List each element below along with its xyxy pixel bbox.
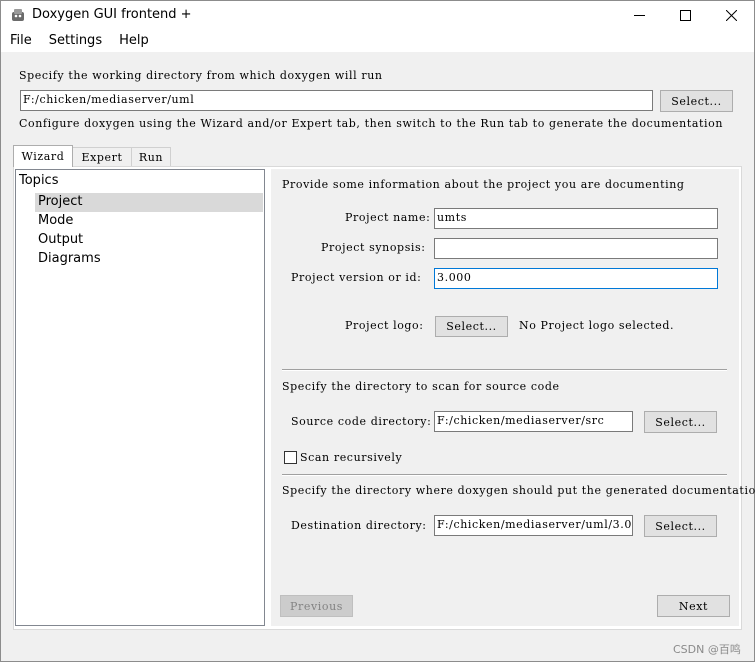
dest-dir-select-button[interactable]: Select... <box>644 515 717 537</box>
window-title: Doxygen GUI frontend + <box>32 7 192 22</box>
project-synopsis-input[interactable] <box>434 238 718 259</box>
title-bar: Doxygen GUI frontend + <box>1 1 754 30</box>
topic-project[interactable]: Project <box>35 193 263 212</box>
project-intro-text: Provide some information about the proje… <box>282 178 685 191</box>
scan-recursively-checkbox[interactable] <box>284 451 297 464</box>
project-name-label: Project name: <box>345 211 431 224</box>
menu-help[interactable]: Help <box>110 30 157 52</box>
minimize-icon <box>633 15 645 16</box>
project-version-input[interactable]: 3.000 <box>434 268 718 289</box>
menu-file[interactable]: File <box>1 30 40 52</box>
doxygen-app-icon <box>12 9 24 21</box>
menu-bar: File Settings Help <box>1 30 754 52</box>
source-dir-input[interactable]: F:/chicken/mediaserver/src <box>434 411 633 432</box>
instructions-text: Configure doxygen using the Wizard and/o… <box>19 117 724 130</box>
working-dir-input[interactable]: F:/chicken/mediaserver/uml <box>20 90 653 111</box>
doxygen-window: Doxygen GUI frontend + File Settings Hel… <box>0 0 755 662</box>
dest-dir-label: Destination directory: <box>291 519 427 532</box>
tab-wizard[interactable]: Wizard <box>13 145 73 167</box>
source-dir-select-button[interactable]: Select... <box>644 411 717 433</box>
project-logo-select-button[interactable]: Select... <box>435 316 508 337</box>
topics-tree: Topics Project Mode Output Diagrams <box>15 169 265 626</box>
project-logo-label: Project logo: <box>345 319 424 332</box>
topic-output[interactable]: Output <box>38 232 83 247</box>
watermark-text: CSDN @百鸣 <box>673 643 741 656</box>
project-synopsis-label: Project synopsis: <box>321 241 426 254</box>
previous-button[interactable]: Previous <box>280 595 353 617</box>
dest-intro-text: Specify the directory where doxygen shou… <box>282 484 755 497</box>
minimize-button[interactable] <box>616 1 662 30</box>
topic-diagrams[interactable]: Diagrams <box>38 251 101 266</box>
working-dir-select-button[interactable]: Select... <box>660 90 733 112</box>
tab-run[interactable]: Run <box>131 147 171 166</box>
topics-title: Topics <box>19 173 59 188</box>
next-button[interactable]: Next <box>657 595 730 617</box>
tab-expert[interactable]: Expert <box>72 147 132 166</box>
source-intro-text: Specify the directory to scan for source… <box>282 380 560 393</box>
close-button[interactable] <box>708 1 754 30</box>
divider <box>282 369 727 371</box>
dest-dir-input[interactable]: F:/chicken/mediaserver/uml/3.000 <box>434 515 633 536</box>
topic-mode[interactable]: Mode <box>38 213 73 228</box>
project-logo-status: No Project logo selected. <box>519 319 675 332</box>
working-dir-label: Specify the working directory from which… <box>19 69 383 82</box>
project-name-input[interactable]: umts <box>434 208 718 229</box>
source-dir-label: Source code directory: <box>291 415 432 428</box>
close-icon <box>725 10 737 21</box>
divider <box>282 474 727 476</box>
menu-settings[interactable]: Settings <box>40 30 110 52</box>
maximize-button[interactable] <box>662 1 708 30</box>
maximize-icon <box>679 10 691 21</box>
scan-recursively-label: Scan recursively <box>300 451 403 464</box>
project-version-label: Project version or id: <box>291 271 422 284</box>
